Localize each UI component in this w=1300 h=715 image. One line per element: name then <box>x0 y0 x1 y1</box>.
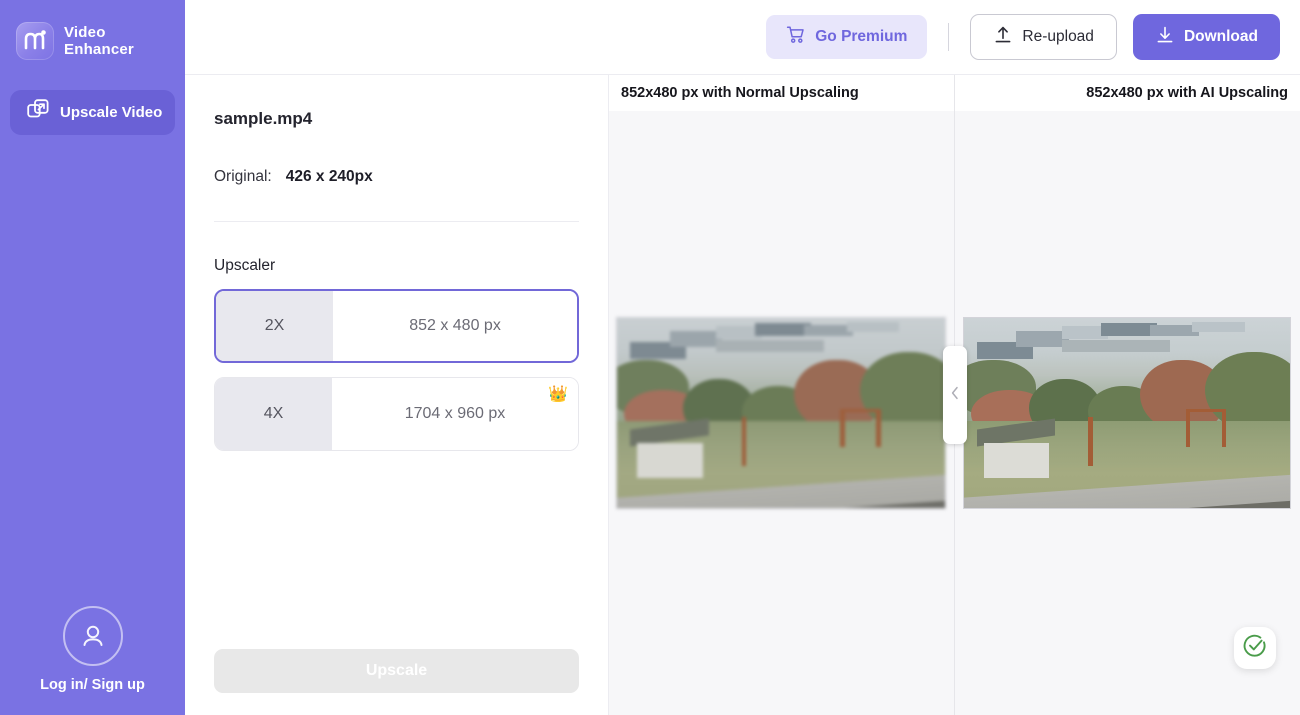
go-premium-button[interactable]: Go Premium <box>766 15 927 59</box>
brand-line-1: Video <box>64 24 134 41</box>
upscaler-option-4x[interactable]: 4X 1704 x 960 px 👑 <box>214 377 579 451</box>
status-badge <box>1234 627 1276 669</box>
brand-line-2: Enhancer <box>64 41 134 58</box>
upscaler-section-title: Upscaler <box>214 257 579 275</box>
brand-name: Video Enhancer <box>64 24 134 58</box>
normal-upscaling-preview[interactable] <box>609 111 954 715</box>
upscaler-option-4x-resolution: 1704 x 960 px <box>332 378 578 450</box>
user-avatar-icon <box>63 606 123 666</box>
upload-icon <box>993 25 1013 50</box>
app-root: Video Enhancer Upscale Video Log <box>0 0 1300 715</box>
download-icon <box>1155 25 1175 50</box>
upscale-video-icon <box>27 99 49 126</box>
upscaler-option-2x-resolution: 852 x 480 px <box>333 291 577 361</box>
sidebar-item-upscale-video[interactable]: Upscale Video <box>10 90 175 135</box>
main-area: Go Premium Re-upload <box>185 0 1300 715</box>
brand: Video Enhancer <box>0 0 185 60</box>
account-login-button[interactable]: Log in/ Sign up <box>0 606 185 693</box>
content-row: sample.mp4 Original: 426 x 240px Upscale… <box>185 75 1300 715</box>
ai-upscaling-pane: 852x480 px with AI Upscaling <box>955 75 1300 715</box>
video-preview-normal <box>616 317 946 509</box>
account-label: Log in/ Sign up <box>40 677 145 693</box>
download-button[interactable]: Download <box>1133 14 1280 60</box>
check-circle-icon <box>1242 633 1268 664</box>
shopping-cart-icon <box>786 25 806 50</box>
sidebar-item-label: Upscale Video <box>60 104 162 121</box>
upscaler-option-4x-multiplier: 4X <box>215 378 332 450</box>
upscaler-option-2x-multiplier: 2X <box>216 291 333 361</box>
original-value: 426 x 240px <box>286 168 373 186</box>
video-preview-ai <box>963 317 1291 509</box>
settings-divider <box>214 221 579 222</box>
comparison-panel: 852x480 px with Normal Upscaling <box>609 75 1300 715</box>
comparison-drag-handle[interactable] <box>943 346 967 444</box>
original-resolution-row: Original: 426 x 240px <box>214 168 579 186</box>
go-premium-label: Go Premium <box>815 28 907 46</box>
original-label: Original: <box>214 168 272 186</box>
m-logo-icon <box>16 22 54 60</box>
toolbar-divider <box>948 23 949 51</box>
crown-icon: 👑 <box>548 384 568 404</box>
normal-upscaling-pane: 852x480 px with Normal Upscaling <box>609 75 955 715</box>
upscaler-option-2x[interactable]: 2X 852 x 480 px <box>214 289 579 363</box>
re-upload-button[interactable]: Re-upload <box>970 14 1117 60</box>
settings-panel: sample.mp4 Original: 426 x 240px Upscale… <box>185 75 609 715</box>
upscale-button[interactable]: Upscale <box>214 649 579 693</box>
ai-upscaling-preview[interactable] <box>955 111 1300 715</box>
ai-upscaling-title: 852x480 px with AI Upscaling <box>955 75 1300 111</box>
normal-upscaling-title: 852x480 px with Normal Upscaling <box>609 75 954 111</box>
top-toolbar: Go Premium Re-upload <box>185 0 1300 75</box>
file-name: sample.mp4 <box>214 109 579 129</box>
sidebar: Video Enhancer Upscale Video Log <box>0 0 185 715</box>
re-upload-label: Re-upload <box>1022 28 1094 46</box>
download-label: Download <box>1184 28 1258 46</box>
chevron-left-icon <box>950 386 960 405</box>
